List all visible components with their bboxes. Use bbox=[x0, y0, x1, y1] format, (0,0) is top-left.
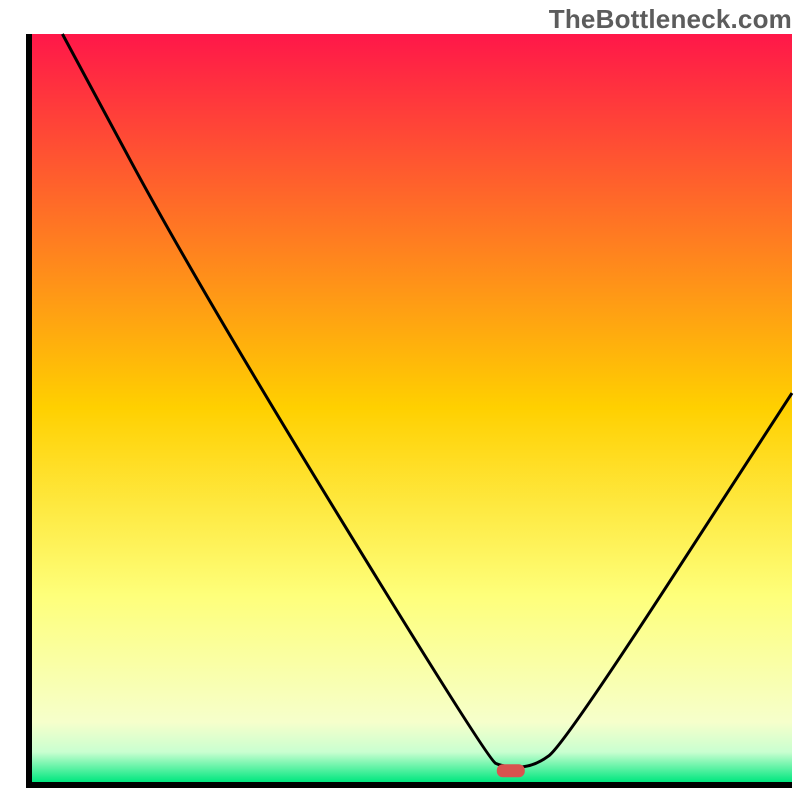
plot-background bbox=[32, 34, 792, 782]
chart-container: TheBottleneck.com bbox=[0, 0, 800, 800]
watermark-label: TheBottleneck.com bbox=[549, 4, 792, 35]
optimal-marker bbox=[497, 764, 525, 777]
bottleneck-chart bbox=[0, 0, 800, 800]
